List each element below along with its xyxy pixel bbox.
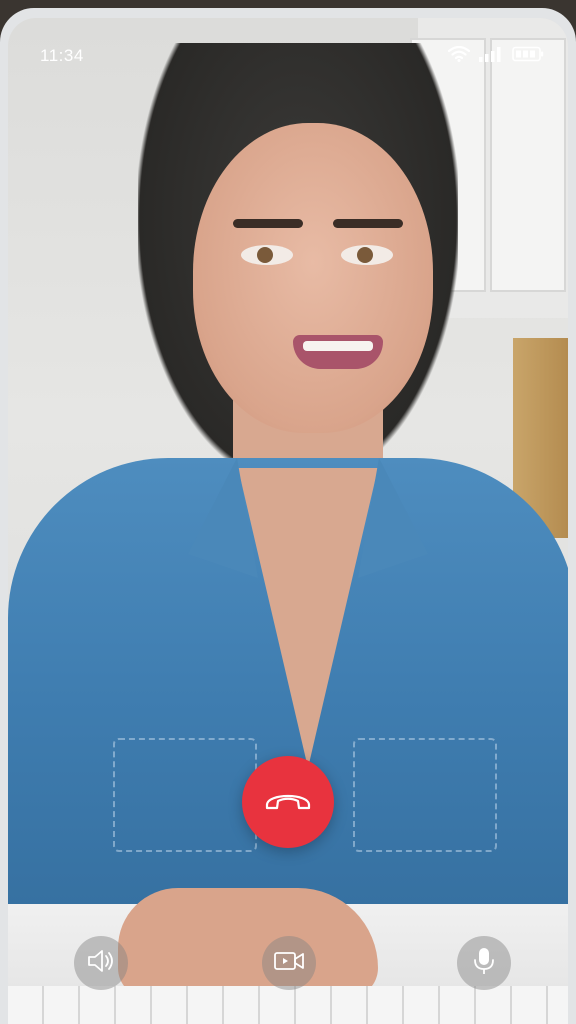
phone-frame: 11:34 — [0, 8, 576, 1024]
status-time: 11:34 — [40, 46, 84, 65]
video-button[interactable] — [262, 936, 316, 990]
phone-hangup-icon — [263, 787, 313, 818]
end-call-button[interactable] — [242, 756, 334, 848]
mouth — [293, 335, 383, 369]
microphone-icon — [473, 946, 495, 981]
caller-face — [193, 123, 433, 433]
speaker-icon — [86, 949, 116, 978]
status-bar: 11:34 — [8, 18, 568, 88]
speaker-button[interactable] — [74, 936, 128, 990]
shirt-pocket — [353, 738, 497, 852]
eyebrow — [233, 219, 303, 228]
wifi-icon — [447, 45, 471, 67]
eye — [241, 245, 293, 265]
status-icons — [447, 45, 544, 67]
eye — [341, 245, 393, 265]
eyebrow — [333, 219, 403, 228]
microphone-button[interactable] — [457, 936, 511, 990]
battery-icon — [512, 46, 544, 67]
caller-hand — [118, 888, 378, 998]
signal-icon — [478, 46, 504, 67]
video-call-screen: 11:34 — [8, 18, 568, 1024]
video-camera-icon — [273, 950, 305, 977]
shirt-pocket — [113, 738, 257, 852]
keyboard — [8, 986, 568, 1024]
